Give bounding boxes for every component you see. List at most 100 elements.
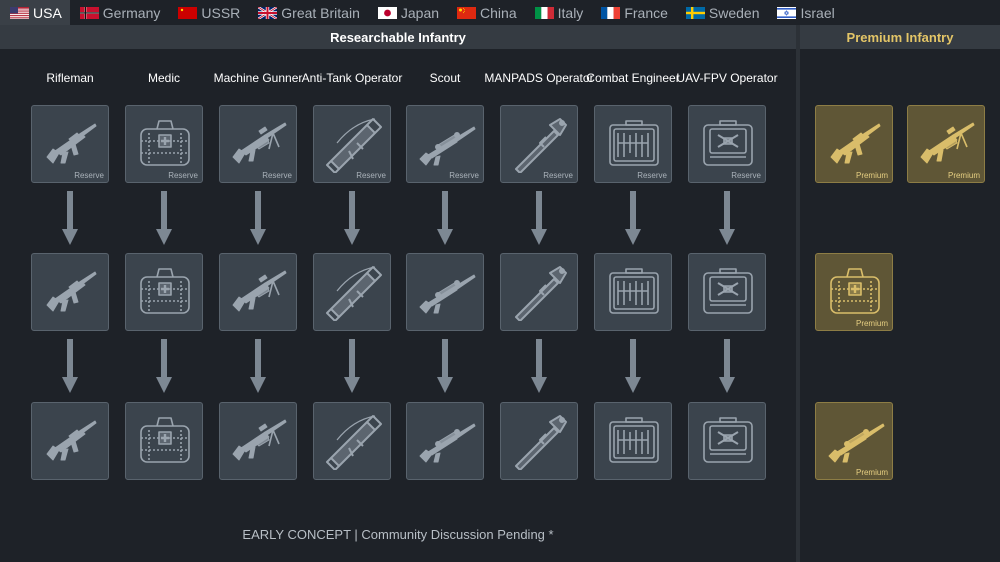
reserve-label: Reserve [356,171,386,180]
premium-unit-card[interactable]: Premium [815,105,893,183]
unit-card-machine-gunner-tier-1[interactable]: Reserve [219,105,297,183]
premium-unit-card[interactable]: Premium [815,253,893,331]
unit-card-combat-engineer-tier-1[interactable]: Reserve [594,105,672,183]
unit-card-manpads-operator-tier-3[interactable] [500,402,578,480]
unit-card-scout-tier-3[interactable] [406,402,484,480]
down-arrow-icon [625,191,641,245]
medkit-icon [140,417,190,463]
tab-ussr[interactable]: USSR [168,0,248,25]
rifle-icon [46,123,97,164]
reserve-label: Reserve [637,171,667,180]
section-divider [796,25,800,562]
tab-label: USA [33,4,62,21]
unit-card-medic-tier-2[interactable] [125,253,203,331]
unit-card-combat-engineer-tier-3[interactable] [594,402,672,480]
unit-card-manpads-operator-tier-2[interactable] [500,253,578,331]
manpads-icon [515,415,567,470]
premium-label: Premium [947,171,980,180]
unit-card-rifleman-tier-2[interactable] [31,253,109,331]
down-arrow-icon [344,339,360,393]
reserve-label: Reserve [731,171,761,180]
tab-israel[interactable]: Israel [767,0,842,25]
machine-gun-icon [232,122,287,164]
tab-great-britain[interactable]: Great Britain [248,0,368,25]
manpads-icon [515,266,567,321]
italy-flag-icon [534,6,554,19]
unit-card-uav-fpv-operator-tier-1[interactable]: Reserve [688,105,766,183]
sniper-rifle-icon [419,126,476,166]
down-arrow-icon [531,191,547,245]
unit-card-manpads-operator-tier-1[interactable]: Reserve [500,105,578,183]
tool-case-icon [609,120,659,166]
down-arrow-icon [62,339,78,393]
tab-label: Italy [557,4,584,21]
researchable-infantry-header: Researchable Infantry [0,25,796,49]
unit-card-machine-gunner-tier-2[interactable] [219,253,297,331]
unit-card-combat-engineer-tier-2[interactable] [594,253,672,331]
premium-unit-card[interactable]: Premium [907,105,985,183]
machine-gun-icon [920,122,975,164]
medkit-icon [830,268,880,314]
drone-case-icon [703,268,753,314]
us-flag-icon [10,6,29,19]
premium-unit-card[interactable]: Premium [815,402,893,480]
unit-card-scout-tier-1[interactable]: Reserve [406,105,484,183]
down-arrow-icon [344,191,360,245]
down-arrow-icon [531,339,547,393]
tool-case-icon [609,417,659,463]
sniper-rifle-icon [828,423,885,463]
nation-tabs: USA Germany USSR Great Britain Japan Chi… [0,0,1000,25]
tab-germany[interactable]: Germany [70,0,169,25]
tab-japan[interactable]: Japan [368,0,447,25]
medkit-icon [140,120,190,166]
down-arrow-icon [437,191,453,245]
unit-card-medic-tier-1[interactable]: Reserve [125,105,203,183]
tab-label: China [480,4,517,21]
down-arrow-icon [625,339,641,393]
unit-card-uav-fpv-operator-tier-3[interactable] [688,402,766,480]
medkit-icon [140,268,190,314]
drone-case-icon [703,120,753,166]
tab-italy[interactable]: Italy [525,0,592,25]
down-arrow-icon [156,339,172,393]
ussr-flag-icon [178,6,198,19]
premium-label: Premium [855,171,888,180]
unit-card-rifleman-tier-1[interactable]: Reserve [31,105,109,183]
premium-infantry-header: Premium Infantry [800,25,1000,49]
rifle-icon [46,420,97,461]
tab-china[interactable]: China [447,0,525,25]
reserve-label: Reserve [543,171,573,180]
china-flag-icon [457,6,477,19]
tab-france[interactable]: France [591,0,676,25]
drone-case-icon [703,417,753,463]
unit-card-rifleman-tier-3[interactable] [31,402,109,480]
japan-flag-icon [377,6,397,19]
down-arrow-icon [156,191,172,245]
unit-card-anti-tank-operator-tier-1[interactable]: Reserve [313,105,391,183]
launcher-icon [326,118,382,173]
column-label-uav-fpv-operator: UAV-FPV Operator [676,70,778,85]
down-arrow-icon [62,191,78,245]
rifle-icon [830,123,881,164]
down-arrow-icon [250,191,266,245]
tab-label: Great Britain [281,4,360,21]
sweden-flag-icon [685,6,705,19]
tab-label: Japan [400,4,440,21]
unit-card-scout-tier-2[interactable] [406,253,484,331]
tab-sweden[interactable]: Sweden [676,0,768,25]
rifle-icon [46,271,97,312]
tab-label: USSR [201,4,241,21]
tab-usa[interactable]: USA [0,0,70,25]
unit-card-machine-gunner-tier-3[interactable] [219,402,297,480]
manpads-icon [515,118,567,173]
unit-card-uav-fpv-operator-tier-2[interactable] [688,253,766,331]
reserve-label: Reserve [262,171,292,180]
unit-card-medic-tier-3[interactable] [125,402,203,480]
unit-card-anti-tank-operator-tier-3[interactable] [313,402,391,480]
reserve-label: Reserve [168,171,198,180]
section-title: Researchable Infantry [330,29,466,45]
premium-label: Premium [855,468,888,477]
unit-card-anti-tank-operator-tier-2[interactable] [313,253,391,331]
launcher-icon [326,266,382,321]
section-title: Premium Infantry [846,29,954,45]
